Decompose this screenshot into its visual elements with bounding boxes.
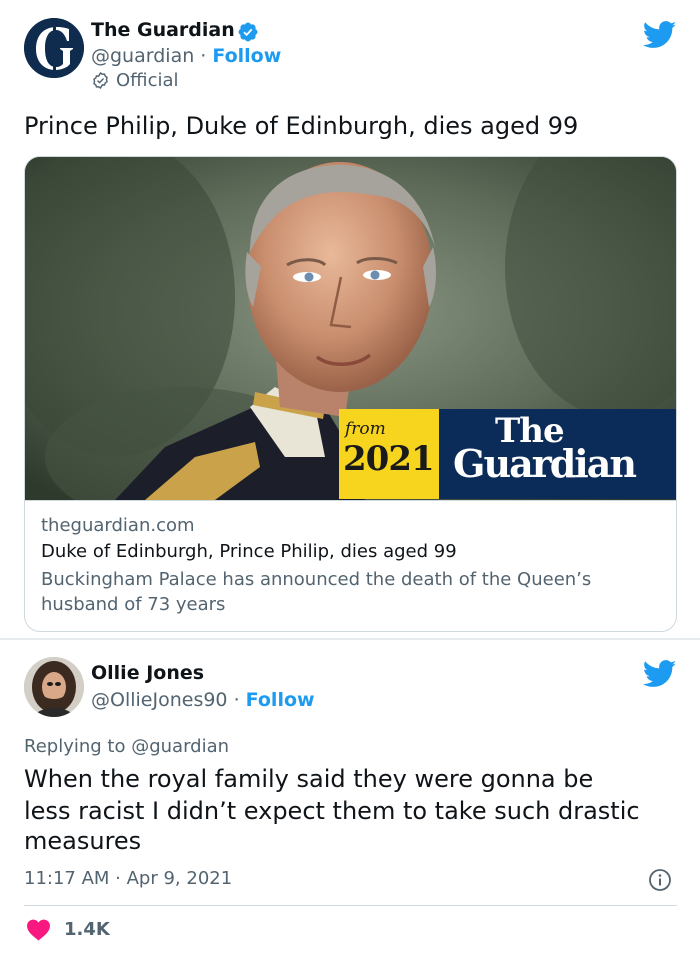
follow-button[interactable]: Follow — [212, 45, 281, 67]
banner-brand-guardian: Guardian — [453, 441, 637, 486]
author-handle-line: @OllieJones90 · Follow — [91, 689, 315, 711]
handle-separator: · — [200, 45, 207, 67]
follow-button[interactable]: Follow — [246, 689, 315, 711]
author-handle[interactable]: @guardian — [91, 45, 194, 67]
twitter-bird-icon[interactable] — [643, 660, 677, 688]
banner-from-text: from — [345, 419, 386, 439]
author-name[interactable]: The Guardian — [91, 19, 235, 41]
tweet-text: Prince Philip, Duke of Edinburgh, dies a… — [24, 112, 579, 140]
card-image[interactable]: from 2021 The Guardian — [25, 157, 676, 500]
verified-badge-icon — [238, 22, 258, 42]
reply-text-line-1: When the royal family said they were gon… — [24, 765, 594, 793]
reply-text-line-2: less racist I didn’t expect them to take… — [24, 797, 640, 825]
replying-to[interactable]: Replying to @guardian — [24, 736, 229, 757]
tweet-guardian: The Guardian @guardian · Follow Official… — [0, 0, 700, 638]
official-label: Official — [116, 70, 179, 91]
author-handle-line: @guardian · Follow — [91, 45, 281, 67]
author-name[interactable]: Ollie Jones — [91, 662, 204, 684]
guardian-logo-icon — [24, 18, 84, 78]
handle-separator: · — [233, 689, 240, 711]
link-card[interactable]: from 2021 The Guardian theguardian.com D… — [24, 156, 677, 632]
info-icon[interactable] — [648, 868, 672, 892]
official-label-row: Official — [91, 70, 179, 91]
twitter-bird-icon[interactable] — [643, 21, 677, 49]
heart-icon[interactable] — [26, 918, 51, 941]
banner-year-text: 2021 — [343, 439, 435, 479]
guardian-avatar[interactable] — [24, 18, 84, 78]
ollie-avatar[interactable] — [24, 657, 84, 717]
card-divider — [25, 500, 676, 501]
card-domain: theguardian.com — [41, 515, 195, 536]
like-count: 1.4K — [64, 919, 110, 940]
actions-divider — [24, 905, 677, 906]
author-handle[interactable]: @OllieJones90 — [91, 689, 228, 711]
tweet-timestamp[interactable]: 11:17 AM · Apr 9, 2021 — [24, 868, 232, 889]
reply-text-line-3: measures — [24, 827, 142, 855]
profile-photo — [24, 657, 84, 717]
card-title[interactable]: Duke of Edinburgh, Prince Philip, dies a… — [41, 541, 457, 562]
tweet-reply: Ollie Jones @OllieJones90 · Follow Reply… — [0, 640, 700, 958]
official-check-icon — [93, 71, 108, 90]
card-description: Buckingham Palace has announced the deat… — [41, 569, 592, 615]
